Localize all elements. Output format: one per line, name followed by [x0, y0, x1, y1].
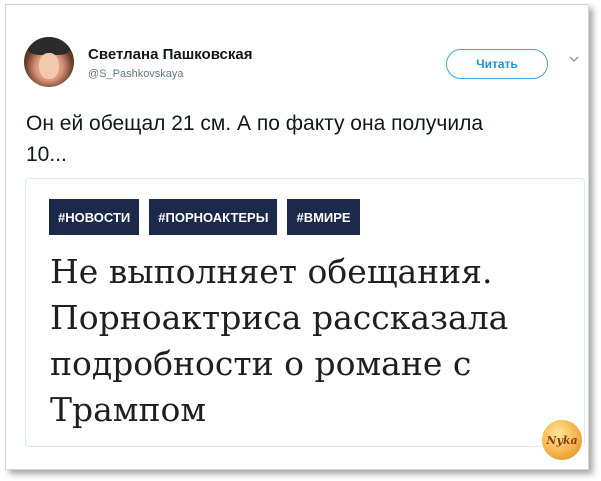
- tweet-text: Он ей обещал 21 см. А по факту она получ…: [26, 112, 484, 166]
- avatar-face: [39, 53, 59, 79]
- user-handle[interactable]: @S_Pashkovskaya: [88, 68, 184, 80]
- tag-actors[interactable]: #ПОРНОАКТЕРЫ: [149, 199, 278, 235]
- tweet-screenshot-frame: Светлана Пашковская @S_Pashkovskaya Чита…: [5, 4, 589, 470]
- display-name[interactable]: Светлана Пашковская: [88, 46, 252, 63]
- tag-list: #НОВОСТИ #ПОРНОАКТЕРЫ #ВМИРЕ: [49, 199, 360, 235]
- tag-news[interactable]: #НОВОСТИ: [49, 199, 140, 235]
- watermark-logo: Nyka: [540, 418, 584, 462]
- follow-button[interactable]: Читать: [446, 49, 548, 79]
- user-avatar[interactable]: [24, 37, 74, 87]
- card-headline[interactable]: Не выполняет обещания. Порноактриса расс…: [50, 249, 570, 433]
- link-card[interactable]: #НОВОСТИ #ПОРНОАКТЕРЫ #ВМИРЕ Не выполняе…: [25, 178, 585, 447]
- tag-world[interactable]: #ВМИРЕ: [287, 199, 360, 235]
- chevron-down-icon[interactable]: [568, 53, 580, 65]
